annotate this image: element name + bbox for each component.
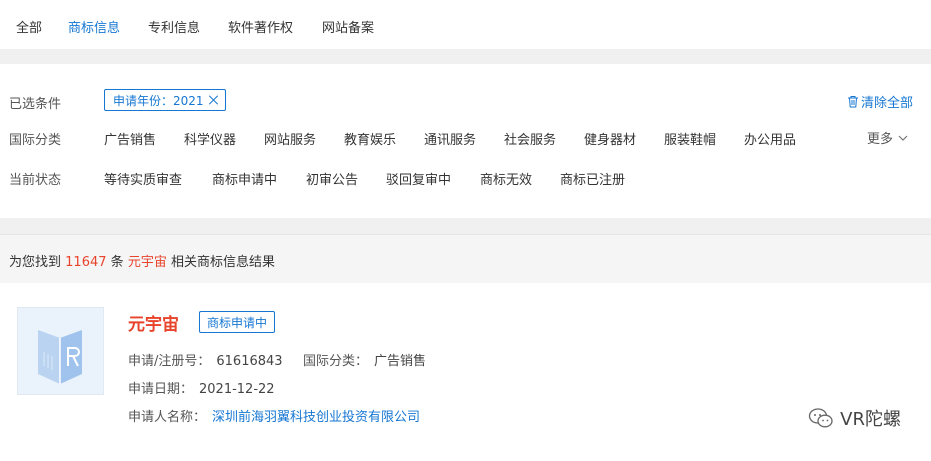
application-date-field: 申请日期： 2021-12-22: [128, 378, 275, 397]
status-badge: 商标申请中: [199, 311, 276, 333]
intl-class-value: 广告销售: [374, 354, 427, 369]
status-option[interactable]: 驳回复审中: [386, 169, 451, 188]
class-option[interactable]: 服装鞋帽: [664, 129, 716, 148]
class-option[interactable]: 通讯服务: [424, 129, 476, 148]
clear-all-label: 清除全部: [860, 96, 913, 111]
selected-filter-chip[interactable]: 申请年份：2021: [104, 89, 226, 111]
reg-no-field: 申请/注册号： 61616843: [128, 350, 283, 369]
watermark-text: VR陀螺: [840, 409, 901, 430]
intl-class-field: 国际分类： 广告销售: [303, 350, 426, 369]
close-icon[interactable]: [209, 95, 219, 105]
tab-all[interactable]: 全部: [16, 17, 42, 36]
more-classes-button[interactable]: 更多: [867, 128, 909, 147]
tab-trademark[interactable]: 商标信息: [68, 17, 120, 36]
application-date-value: 2021-12-22: [199, 382, 275, 397]
class-option[interactable]: 办公用品: [744, 129, 796, 148]
trash-icon: [847, 96, 858, 108]
result-summary-bar: 为您找到 11647 条 元宇宙 相关商标信息结果: [0, 234, 931, 283]
applicant-field: 申请人名称： 深圳前海羽翼科技创业投资有限公司: [128, 406, 420, 425]
reg-no-value: 61616843: [216, 354, 283, 369]
status-option[interactable]: 等待实质审查: [104, 169, 182, 188]
class-option[interactable]: 科学仪器: [184, 129, 236, 148]
filter-panel: 已选条件 申请年份：2021 清除全部 国际分类 广告销售 科学仪器 网站服务 …: [0, 64, 931, 218]
status-option[interactable]: 商标无效: [480, 169, 532, 188]
more-label: 更多: [866, 132, 893, 147]
trademark-thumbnail[interactable]: [17, 307, 104, 395]
chip-label: 申请年份：2021: [113, 93, 204, 108]
clear-all-button[interactable]: 清除全部: [847, 92, 913, 111]
chevron-down-icon: [898, 135, 908, 141]
applicant-link[interactable]: 深圳前海羽翼科技创业投资有限公司: [212, 410, 420, 425]
class-option[interactable]: 广告销售: [104, 129, 156, 148]
result-count: 11647: [65, 255, 107, 270]
category-tabs: 全部 商标信息 专利信息 软件著作权 网站备案: [0, 0, 931, 49]
result-suffix: 相关商标信息结果: [170, 255, 275, 270]
result-prefix: 为您找到: [9, 255, 62, 270]
result-summary: 为您找到 11647 条 元宇宙 相关商标信息结果: [9, 251, 275, 270]
reg-no-label: 申请/注册号：: [128, 354, 211, 369]
status-option[interactable]: 商标已注册: [560, 169, 625, 188]
result-unit: 条: [110, 255, 124, 270]
status-option[interactable]: 商标申请中: [212, 169, 277, 188]
status-option[interactable]: 初审公告: [306, 169, 358, 188]
tab-website-filing[interactable]: 网站备案: [322, 17, 374, 36]
class-option[interactable]: 社会服务: [504, 129, 556, 148]
application-date-label: 申请日期：: [128, 382, 194, 397]
class-option[interactable]: 健身器材: [584, 129, 636, 148]
trademark-title[interactable]: 元宇宙: [128, 310, 179, 335]
trademark-card[interactable]: 元宇宙 商标申请中 申请/注册号： 61616843 国际分类： 广告销售 申请日期…: [0, 283, 931, 461]
book-logo-icon: [38, 330, 82, 384]
class-option[interactable]: 教育娱乐: [344, 129, 396, 148]
wechat-icon: [809, 408, 833, 428]
status-label: 当前状态: [9, 173, 62, 188]
applicant-label: 申请人名称：: [128, 410, 207, 425]
selected-conditions-label: 已选条件: [9, 97, 62, 112]
intl-class-field-label: 国际分类：: [303, 354, 369, 369]
watermark: VR陀螺: [808, 405, 901, 431]
class-option[interactable]: 网站服务: [264, 129, 316, 148]
tab-software-copyright[interactable]: 软件著作权: [228, 17, 293, 36]
intl-class-label: 国际分类: [9, 133, 62, 148]
tab-patent[interactable]: 专利信息: [148, 17, 200, 36]
result-keyword: 元宇宙: [127, 255, 167, 270]
